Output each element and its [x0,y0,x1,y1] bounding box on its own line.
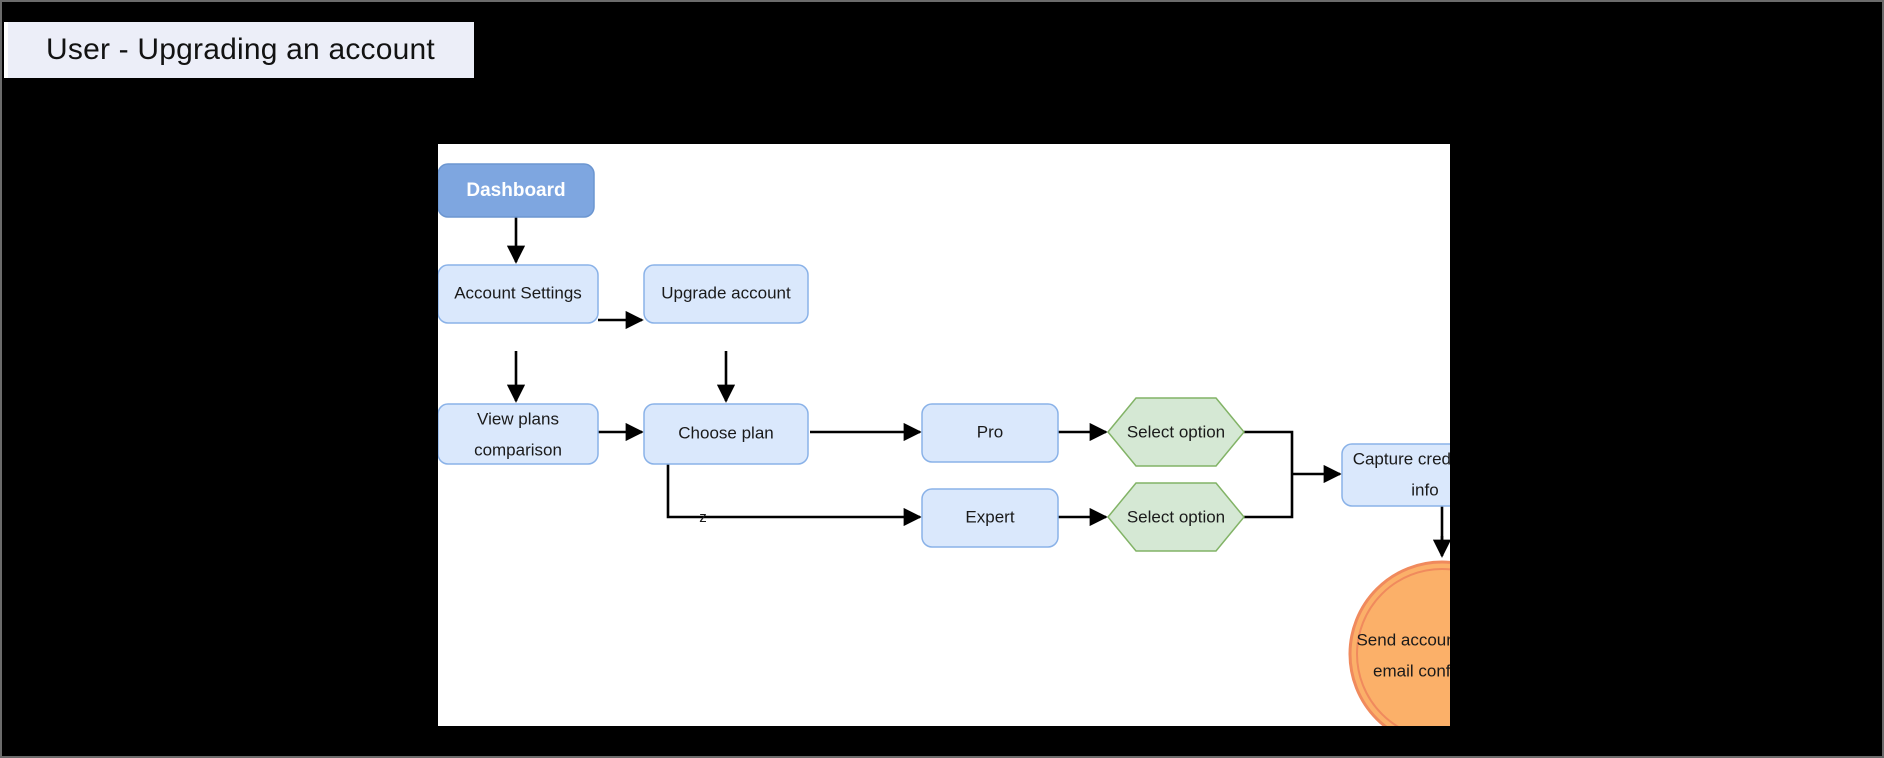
node-upgrade-account[interactable]: Upgrade account [643,264,809,324]
diagram-canvas: z Dashboard Account Settings Upgrade acc… [438,144,1450,726]
node-view-plans-line1: View plans [477,409,559,428]
node-expert[interactable]: Expert [921,488,1059,548]
edge-selectexp-join [1244,474,1294,519]
node-choose-plan[interactable]: Choose plan [643,403,809,465]
node-capture-line2: info [1411,480,1438,499]
node-select-option-pro[interactable]: Select option [1107,397,1245,467]
node-send-upgrade-email-line1: Send account upgrade [1356,630,1450,649]
node-dashboard[interactable]: Dashboard [438,163,595,218]
node-expert-label: Expert [965,507,1014,526]
edge-label-z: z [699,509,707,526]
node-view-plans-line2: comparison [474,440,562,459]
edge-selectpro-join [1244,430,1294,474]
node-choose-plan-label: Choose plan [678,423,773,442]
node-capture-credit-card-info[interactable]: Capture credit card info [1341,443,1450,507]
node-send-upgrade-email-line2: email confirmation [1373,661,1450,680]
node-dashboard-label: Dashboard [466,180,565,201]
node-view-plans-comparison[interactable]: View plans comparison [438,403,599,465]
page-title: User - Upgrading an account [46,33,435,66]
node-account-settings[interactable]: Account Settings [438,264,599,324]
node-account-settings-label: Account Settings [454,283,582,302]
node-pro-label: Pro [977,422,1003,441]
node-select-option-pro-label: Select option [1127,422,1225,441]
node-send-upgrade-email[interactable]: Send account upgrade email confirmation [1348,560,1450,726]
node-select-option-expert[interactable]: Select option [1107,482,1245,552]
node-select-option-expert-label: Select option [1127,507,1225,526]
screen-root: User - Upgrading an account z Dashboard … [0,0,1884,758]
node-capture-line1: Capture credit card [1353,449,1450,468]
diagram-title-chip: User - Upgrading an account [8,22,474,78]
node-upgrade-account-label: Upgrade account [661,283,791,302]
node-pro[interactable]: Pro [921,403,1059,463]
